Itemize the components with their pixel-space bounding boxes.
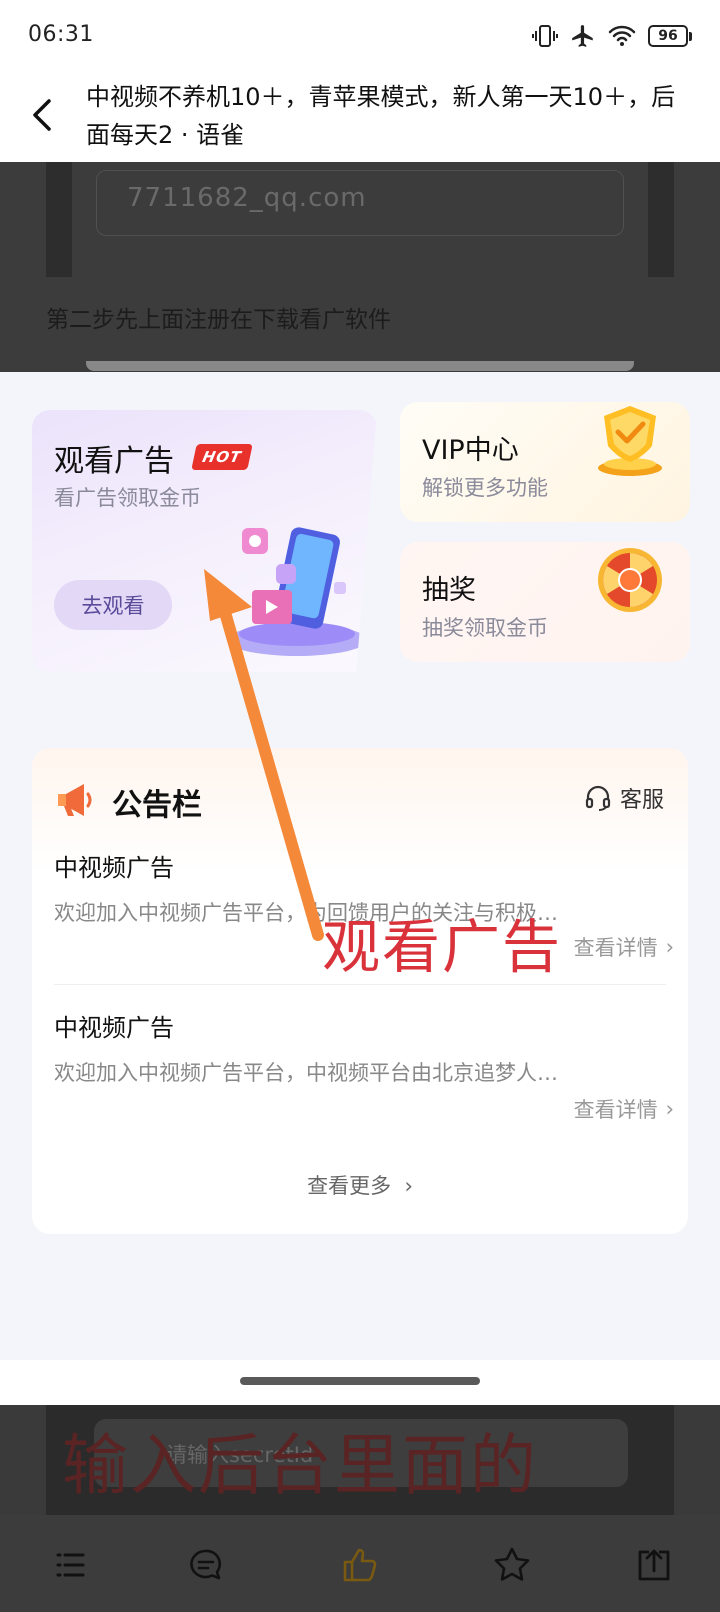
background-annotation-text: 输入后台里面的 <box>62 1427 538 1504</box>
annotation-label: 观看广告 <box>322 913 563 981</box>
watch-ads-title: 观看广告 <box>54 444 174 479</box>
thumbs-up-icon <box>343 1548 377 1582</box>
email-box: 7711682_qq.com <box>96 170 624 236</box>
like-button[interactable] <box>338 1543 382 1587</box>
lottery-title: 抽奖 <box>422 575 476 606</box>
megaphone-icon <box>58 784 92 816</box>
bottom-toolbar <box>0 1515 720 1612</box>
hot-badge: HOT <box>191 444 253 470</box>
outline-button[interactable] <box>48 1543 92 1587</box>
battery-icon: 96 <box>648 25 692 47</box>
view-details-link[interactable]: 查看详情 › <box>574 1094 674 1124</box>
background-document: 7711682_qq.com 第二步先上面注册在下载看广软件 <box>0 162 720 372</box>
status-time: 06:31 <box>28 22 94 47</box>
star-icon <box>494 1547 530 1581</box>
customer-service-button[interactable]: 客服 <box>584 778 664 818</box>
status-icons: 96 <box>532 22 692 50</box>
trophy-shield-icon <box>598 406 662 476</box>
status-bar: 06:31 96 <box>0 0 720 72</box>
vip-center-card[interactable]: VIP中心 解锁更多功能 <box>400 402 690 522</box>
headset-icon <box>585 785 611 811</box>
notice-item-title: 中视频广告 <box>54 1014 174 1042</box>
notice-board: 公告栏 客服 中视频广告 欢迎加入中视频广告平台，为回馈用户的关注与积极… 查看… <box>32 748 688 1234</box>
vip-subtitle: 解锁更多功能 <box>422 476 548 500</box>
email-text: 7711682_qq.com <box>127 183 367 213</box>
watch-ads-subtitle: 看广告领取金币 <box>54 486 201 510</box>
vibrate-icon <box>532 23 558 49</box>
view-details-link[interactable]: 查看详情 › <box>574 932 674 962</box>
wifi-icon <box>608 24 636 48</box>
sheet-bottom <box>0 1360 720 1405</box>
chevron-left-icon <box>33 99 51 131</box>
home-indicator[interactable] <box>240 1377 480 1385</box>
vip-title: VIP中心 <box>422 435 519 466</box>
share-button[interactable] <box>632 1543 676 1587</box>
comment-button[interactable] <box>184 1543 228 1587</box>
page-header: 中视频不养机10＋，青苹果模式，新人第一天10＋，后面每天2 · 语雀 <box>0 72 720 162</box>
notice-item[interactable]: 中视频广告 欢迎加入中视频广告平台，中视频平台由北京追梦人… <box>54 1008 666 1087</box>
airplane-icon <box>570 23 596 49</box>
lottery-subtitle: 抽奖领取金币 <box>422 616 548 640</box>
battery-level: 96 <box>648 25 688 47</box>
go-watch-button[interactable]: 去观看 <box>54 580 172 630</box>
comment-icon <box>190 1549 222 1580</box>
app-panel: 观看广告 HOT 看广告领取金币 去观看 VIP中心 解锁更多功能 抽奖 抽奖领… <box>0 372 720 1360</box>
page-title: 中视频不养机10＋，青苹果模式，新人第一天10＋，后面每天2 · 语雀 <box>86 83 676 149</box>
lottery-wheel-icon <box>598 548 662 612</box>
step-text: 第二步先上面注册在下载看广软件 <box>46 307 391 333</box>
view-details-label: 查看详情 <box>573 936 658 960</box>
chevron-right-icon: › <box>665 1097 674 1121</box>
chevron-right-icon: › <box>665 935 674 959</box>
favorite-button[interactable] <box>490 1543 534 1587</box>
notice-item-title: 中视频广告 <box>54 854 174 882</box>
customer-service-label: 客服 <box>619 788 664 813</box>
back-button[interactable] <box>22 92 62 138</box>
list-icon <box>56 1553 85 1577</box>
notice-item-body: 欢迎加入中视频广告平台，中视频平台由北京追梦人… <box>54 1061 558 1085</box>
chevron-right-icon: › <box>397 1174 413 1198</box>
view-more-link[interactable]: 查看更多 › <box>32 1170 688 1200</box>
sheet-handle <box>86 361 634 371</box>
annotation-arrow-icon <box>204 569 324 941</box>
notice-title: 公告栏 <box>112 788 202 823</box>
view-details-label: 查看详情 <box>573 1098 658 1122</box>
background-document-bottom: 请输入secretId 输入后台里面的 <box>0 1405 720 1515</box>
lottery-card[interactable]: 抽奖 抽奖领取金币 <box>400 542 690 662</box>
view-more-label: 查看更多 <box>307 1174 392 1198</box>
divider <box>54 984 666 985</box>
share-icon <box>638 1549 670 1581</box>
